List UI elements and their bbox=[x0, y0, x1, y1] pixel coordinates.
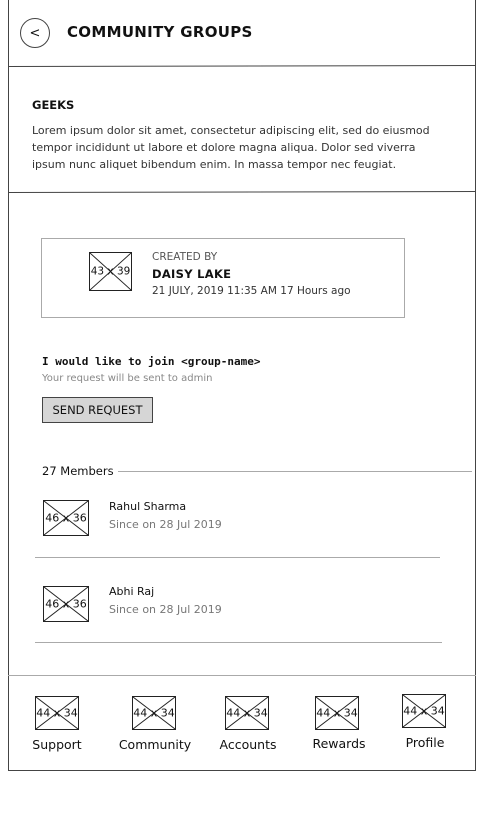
member-avatar-label: 46 x 36 bbox=[45, 511, 87, 525]
creator-card: 43 x 39 CREATED BY DAISY LAKE 21 JULY, 2… bbox=[41, 238, 405, 318]
nav-item-community[interactable]: 44 x 34 Community bbox=[110, 675, 200, 771]
members-count: 27 Members bbox=[42, 464, 118, 478]
nav-label-profile: Profile bbox=[405, 735, 445, 750]
creator-image: 43 x 39 bbox=[89, 252, 132, 291]
nav-item-rewards[interactable]: 44 x 34 Rewards bbox=[294, 675, 384, 771]
rewards-icon: 44 x 34 bbox=[315, 696, 359, 730]
send-request-button[interactable]: SEND REQUEST bbox=[42, 397, 153, 423]
member-divider bbox=[35, 642, 442, 643]
support-icon: 44 x 34 bbox=[35, 696, 79, 730]
nav-item-accounts[interactable]: 44 x 34 Accounts bbox=[203, 675, 293, 771]
accounts-icon-label: 44 x 34 bbox=[226, 706, 268, 720]
bottom-nav: 44 x 34 Support 44 x 34 Community 44 x 3… bbox=[8, 675, 476, 771]
member-avatar-label: 46 x 36 bbox=[45, 597, 87, 611]
created-date: 21 JULY, 2019 11:35 AM 17 Hours ago bbox=[152, 285, 351, 297]
join-request-subtext: Your request will be sent to admin bbox=[42, 373, 213, 384]
member-avatar: 46 x 36 bbox=[43, 500, 89, 536]
back-button[interactable]: < bbox=[20, 18, 50, 48]
group-name: GEEKS bbox=[32, 98, 75, 112]
support-icon-label: 44 x 34 bbox=[36, 706, 78, 720]
member-name: Rahul Sharma bbox=[109, 500, 187, 513]
rewards-icon-label: 44 x 34 bbox=[316, 706, 358, 720]
member-divider bbox=[35, 557, 440, 558]
member-since: Since on 28 Jul 2019 bbox=[109, 518, 222, 531]
nav-item-profile[interactable]: 44 x 34 Profile bbox=[380, 675, 470, 771]
header: < COMMUNITY GROUPS bbox=[8, 0, 476, 66]
nav-label-support: Support bbox=[32, 737, 82, 752]
community-icon-label: 44 x 34 bbox=[133, 706, 175, 720]
accounts-icon: 44 x 34 bbox=[225, 696, 269, 730]
creator-image-label: 43 x 39 bbox=[90, 265, 131, 277]
creator-name: DAISY LAKE bbox=[152, 267, 232, 281]
community-icon: 44 x 34 bbox=[132, 696, 176, 730]
member-name: Abhi Raj bbox=[109, 585, 155, 598]
member-row[interactable]: 46 x 36 Rahul Sharma Since on 28 Jul 201… bbox=[35, 498, 440, 578]
created-by-label: CREATED BY bbox=[152, 251, 218, 263]
group-description: Lorem ipsum dolor sit amet, consectetur … bbox=[32, 124, 430, 171]
join-request-text: I would like to join <group-name> bbox=[42, 355, 261, 368]
nav-item-support[interactable]: 44 x 34 Support bbox=[14, 675, 104, 771]
profile-icon: 44 x 34 bbox=[402, 694, 446, 728]
nav-label-community: Community bbox=[118, 737, 192, 752]
nav-label-rewards: Rewards bbox=[312, 736, 366, 751]
profile-icon-label: 44 x 34 bbox=[403, 704, 445, 718]
nav-label-accounts: Accounts bbox=[219, 737, 277, 752]
member-since: Since on 28 Jul 2019 bbox=[109, 603, 222, 616]
chevron-left-icon: < bbox=[29, 25, 41, 41]
member-avatar: 46 x 36 bbox=[43, 586, 89, 622]
member-row[interactable]: 46 x 36 Abhi Raj Since on 28 Jul 2019 bbox=[35, 584, 440, 664]
page-title: COMMUNITY GROUPS bbox=[67, 23, 253, 41]
